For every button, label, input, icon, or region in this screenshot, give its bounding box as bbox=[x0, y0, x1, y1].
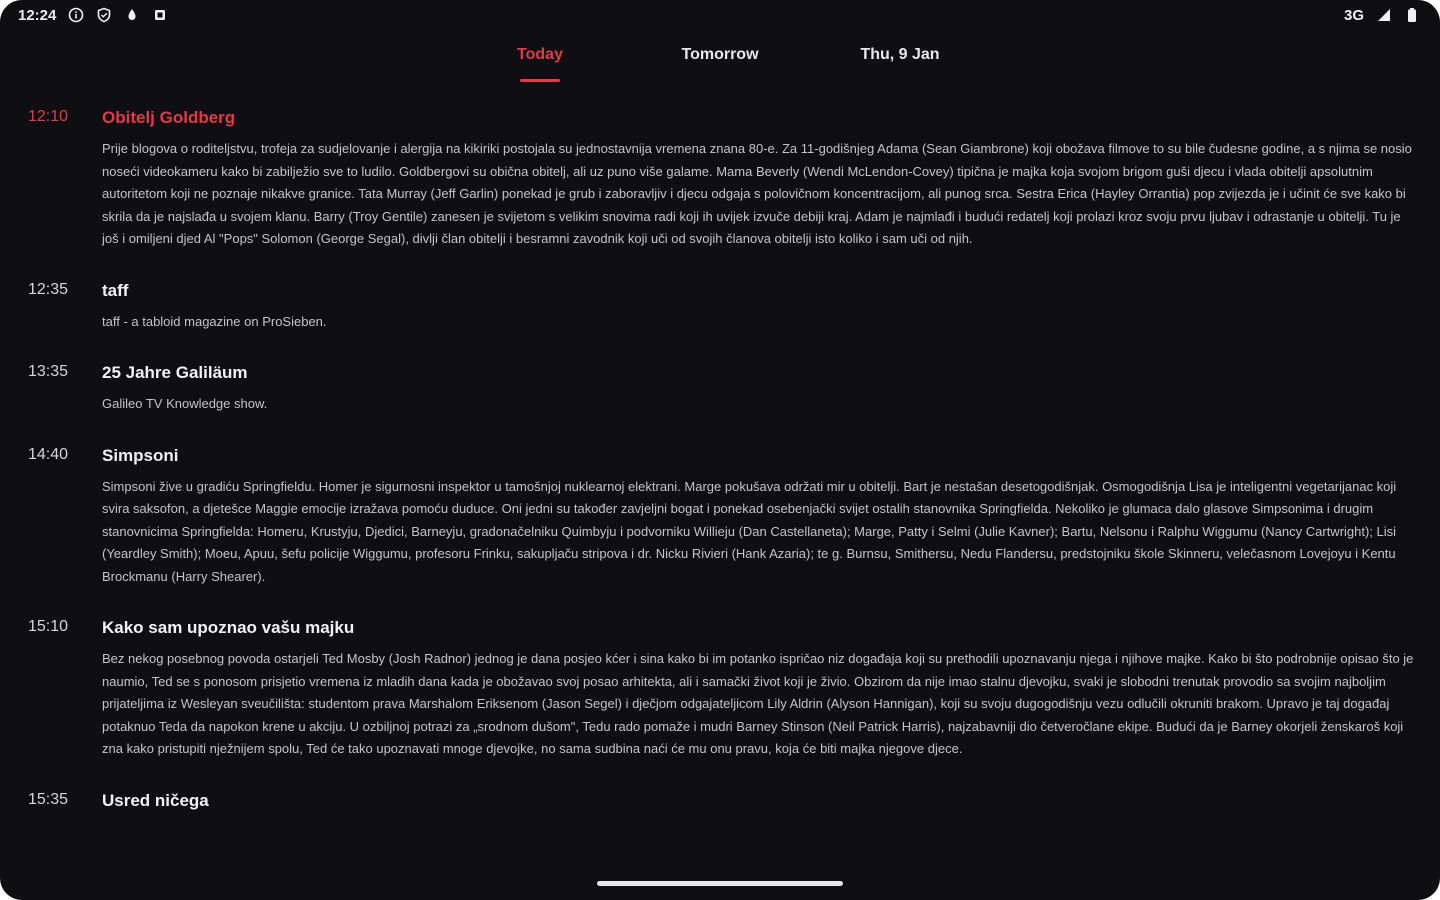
status-time: 12:24 bbox=[18, 6, 57, 24]
program-item[interactable]: 14:40 Simpsoni Simpsoni žive u gradiću S… bbox=[0, 442, 1440, 589]
signal-icon bbox=[1376, 7, 1392, 23]
tab-tomorrow-label: Tomorrow bbox=[681, 46, 759, 63]
status-bar-right: 3G bbox=[1344, 7, 1420, 24]
program-body: Kako sam upoznao vašu majku Bez nekog po… bbox=[102, 614, 1418, 761]
gesture-navigation-bar[interactable] bbox=[597, 881, 843, 886]
program-description: Bez nekog posebnog povoda ostarjeli Ted … bbox=[102, 651, 1414, 756]
square-icon bbox=[152, 7, 168, 23]
tab-today[interactable]: Today bbox=[450, 42, 630, 86]
tab-today-label: Today bbox=[517, 46, 563, 63]
program-time: 15:35 bbox=[28, 790, 69, 808]
program-body: 25 Jahre Galiläum Galileo TV Knowledge s… bbox=[102, 359, 1418, 416]
day-tabs: Today Tomorrow Thu, 9 Jan bbox=[0, 42, 1440, 86]
program-description: Prije blogova o roditeljstvu, trofeja za… bbox=[102, 141, 1412, 246]
battery-icon bbox=[1404, 7, 1420, 23]
program-body: taff taff - a tabloid magazine on ProSie… bbox=[102, 277, 1418, 334]
program-title: Usred ničega bbox=[102, 790, 209, 810]
program-item[interactable]: 15:10 Kako sam upoznao vašu majku Bez ne… bbox=[0, 614, 1440, 761]
program-time: 12:10 bbox=[28, 108, 69, 125]
shield-icon bbox=[96, 7, 112, 23]
program-item[interactable]: 12:10 Obitelj Goldberg Prije blogova o r… bbox=[0, 104, 1440, 251]
program-time: 13:35 bbox=[28, 363, 69, 380]
screen: 12:24 3G Today Tomorrow Thu, 9 Jan 12:10… bbox=[0, 0, 1440, 900]
program-time: 14:40 bbox=[28, 445, 69, 463]
drop-icon bbox=[124, 7, 140, 23]
program-description: Simpsoni žive u gradiću Springfieldu. Ho… bbox=[102, 478, 1397, 584]
tab-thu-9-jan[interactable]: Thu, 9 Jan bbox=[810, 42, 990, 86]
program-title: Simpsoni bbox=[102, 445, 179, 465]
info-circle-icon bbox=[68, 7, 84, 23]
program-item[interactable]: 12:35 taff taff - a tabloid magazine on … bbox=[0, 277, 1440, 334]
program-description: Galileo TV Knowledge show. bbox=[102, 396, 268, 411]
program-title: 25 Jahre Galiläum bbox=[102, 363, 248, 382]
tab-active-indicator bbox=[520, 79, 560, 82]
network-type: 3G bbox=[1343, 6, 1364, 24]
program-title: Obitelj Goldberg bbox=[102, 108, 236, 127]
program-list: 12:10 Obitelj Goldberg Prije blogova o r… bbox=[0, 104, 1440, 900]
program-title: Kako sam upoznao vašu majku bbox=[102, 618, 355, 637]
program-title: taff bbox=[102, 280, 129, 300]
status-bar: 12:24 3G bbox=[0, 0, 1440, 30]
status-bar-left: 12:24 bbox=[18, 7, 168, 24]
tab-thu-9-jan-label: Thu, 9 Jan bbox=[860, 46, 940, 63]
program-time: 12:35 bbox=[28, 280, 69, 298]
tab-tomorrow[interactable]: Tomorrow bbox=[630, 42, 810, 86]
program-item[interactable]: 15:35 Usred ničega bbox=[0, 787, 1440, 815]
program-body: Usred ničega bbox=[102, 787, 1418, 815]
program-body: Obitelj Goldberg Prije blogova o roditel… bbox=[102, 104, 1418, 251]
program-item[interactable]: 13:35 25 Jahre Galiläum Galileo TV Knowl… bbox=[0, 359, 1440, 416]
program-time: 15:10 bbox=[28, 618, 69, 635]
program-body: Simpsoni Simpsoni žive u gradiću Springf… bbox=[102, 442, 1418, 589]
program-description: taff - a tabloid magazine on ProSieben. bbox=[102, 313, 327, 329]
